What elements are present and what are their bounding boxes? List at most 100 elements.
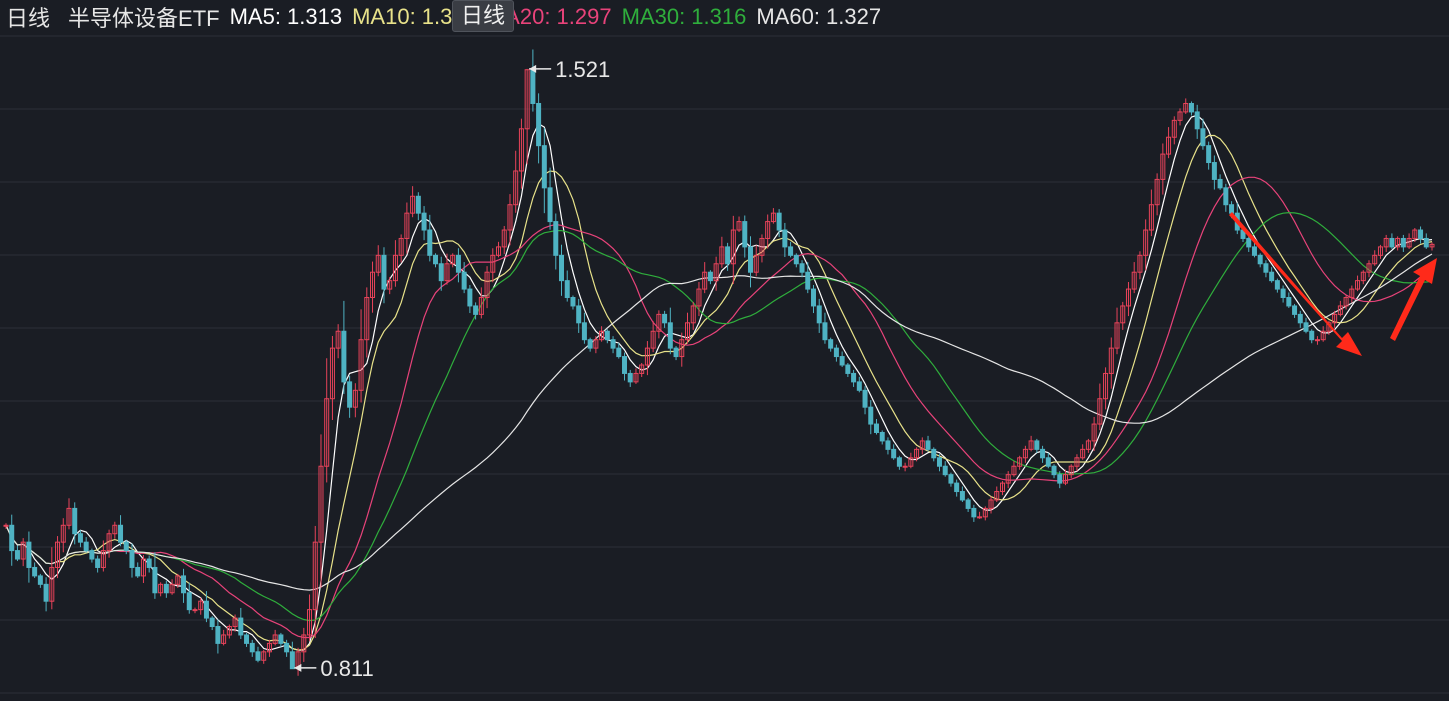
high-value-label: 1.521 <box>555 57 610 82</box>
candle-body <box>673 347 679 358</box>
candle-body <box>455 254 461 273</box>
candle-body <box>954 482 960 493</box>
candle-body <box>1269 271 1275 282</box>
candle-body <box>163 583 169 594</box>
candle-body <box>828 339 834 349</box>
candle-body <box>415 195 421 214</box>
candle-body <box>902 465 908 468</box>
candle-body <box>1314 339 1320 342</box>
candle-body <box>931 448 937 459</box>
candle-body <box>604 330 610 341</box>
candle-body <box>776 212 782 231</box>
candle-body <box>381 254 387 290</box>
candle-body <box>868 406 874 425</box>
candle-body <box>707 271 713 282</box>
candle-body <box>14 550 20 560</box>
candle-body <box>581 322 587 341</box>
candle-body <box>793 254 799 265</box>
candle-body <box>1400 237 1406 248</box>
candle-body <box>879 431 885 442</box>
candle-body <box>238 617 244 636</box>
moving-average-lines <box>5 114 1433 651</box>
candle-body <box>570 297 576 307</box>
candle-body <box>896 457 902 467</box>
candle-body <box>587 339 593 349</box>
candle-body <box>152 566 158 594</box>
candle-body <box>667 322 673 349</box>
candle-body <box>1051 465 1057 476</box>
candle-body <box>833 347 839 358</box>
candle-body <box>925 440 931 450</box>
candle-body <box>244 634 250 644</box>
candle-body <box>1194 111 1200 130</box>
candle-body <box>427 229 433 256</box>
candle-body <box>862 389 868 408</box>
candle-body <box>1246 237 1252 248</box>
candle-body <box>971 507 977 518</box>
candle-body <box>541 145 547 189</box>
candle-body <box>341 330 347 383</box>
candle-body <box>473 305 479 315</box>
candles-group <box>3 49 1435 676</box>
candle-body <box>742 221 748 248</box>
candle-body <box>284 642 290 653</box>
candle-body <box>1418 229 1424 239</box>
candlestick-chart[interactable]: 1.521 0.811 <box>0 0 1449 701</box>
candle-body <box>536 102 542 147</box>
candle-body <box>959 491 965 501</box>
candle-body <box>851 372 857 383</box>
candle-body <box>209 617 215 628</box>
candle-body <box>747 246 753 273</box>
candle-body <box>662 313 668 324</box>
candle-body <box>135 566 141 577</box>
red-up-arrow-icon <box>1390 258 1437 341</box>
candle-body <box>1263 263 1269 273</box>
candle-body <box>1251 246 1257 256</box>
candle-body <box>936 457 942 467</box>
candle-body <box>1217 178 1223 189</box>
candle-body <box>1206 145 1212 164</box>
candle-body <box>215 626 221 644</box>
candle-body <box>123 541 129 552</box>
candle-body <box>1223 187 1229 206</box>
ma30-line <box>5 211 1433 622</box>
candle-body <box>255 651 261 661</box>
candle-body <box>1229 204 1235 214</box>
candle-body <box>1292 305 1298 315</box>
candle-body <box>725 246 731 265</box>
candle-body <box>1280 288 1286 299</box>
candle-body <box>1040 448 1046 459</box>
candle-body <box>1057 474 1063 484</box>
candle-body <box>616 347 622 358</box>
candle-body <box>977 516 983 519</box>
candle-body <box>816 305 822 324</box>
candle-body <box>553 221 559 256</box>
candle-body <box>1045 457 1051 467</box>
candle-body <box>622 356 628 374</box>
grid-lines <box>0 35 1449 694</box>
candle-body <box>788 246 794 256</box>
candle-body <box>559 254 565 282</box>
candle-body <box>1200 128 1206 147</box>
candle-body <box>1257 254 1263 265</box>
candle-body <box>1211 162 1217 180</box>
candle-body <box>181 575 187 594</box>
candle-body <box>89 550 95 560</box>
candle-body <box>438 263 444 282</box>
candle-body <box>610 339 616 349</box>
candle-body <box>839 356 845 366</box>
candle-body <box>948 474 954 484</box>
candle-body <box>467 288 473 307</box>
candle-body <box>278 634 284 644</box>
candle-body <box>3 524 9 527</box>
red-down-arrow-icon <box>1229 212 1362 356</box>
candle-body <box>203 600 209 619</box>
candle-body <box>1303 322 1309 332</box>
candle-body <box>1286 297 1292 307</box>
candle-body <box>72 507 78 535</box>
candle-body <box>1188 102 1194 113</box>
candle-body <box>873 423 879 433</box>
candle-body <box>83 541 89 552</box>
candle-body <box>32 566 38 577</box>
candle-body <box>461 271 467 290</box>
